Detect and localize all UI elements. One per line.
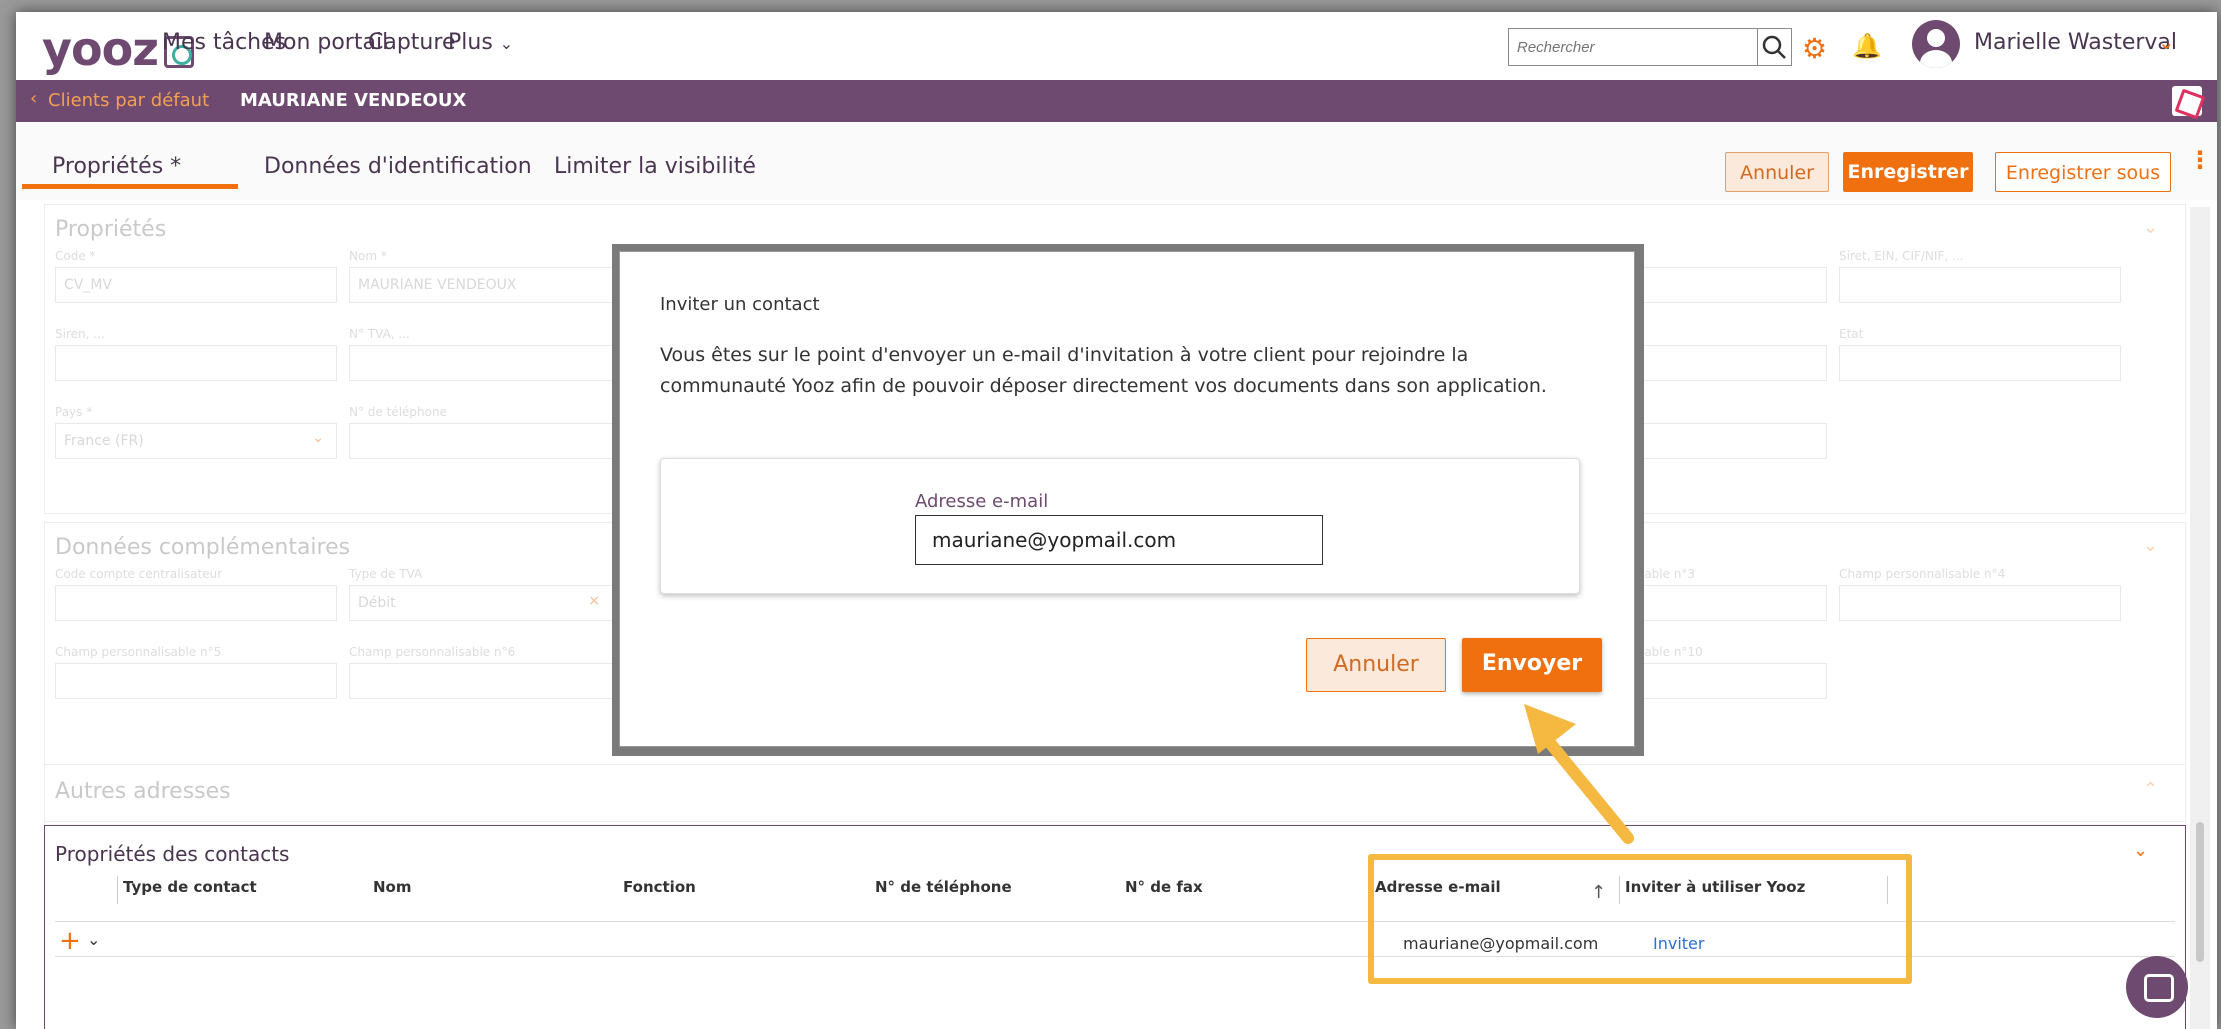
field-label: Etat [1839, 327, 1864, 341]
siret-field[interactable] [1839, 267, 2121, 303]
column-header[interactable]: N° de téléphone [875, 878, 1012, 896]
chevron-down-icon[interactable]: ⌄ [2143, 535, 2158, 556]
chevron-down-icon[interactable]: ⌄ [2143, 217, 2158, 238]
avatar[interactable] [1912, 20, 1960, 68]
app-window: yooz Mes tâches Mon portail Capture Plus… [16, 12, 2217, 1029]
vat-type-value: Débit [358, 595, 396, 611]
active-tab-indicator [22, 184, 238, 189]
field-label: Champ personnalisable n°6 [349, 645, 516, 659]
field-label: N° de téléphone [349, 405, 447, 419]
section-title: Données complémentaires [55, 535, 351, 560]
more-options-icon[interactable]: ⋮ [2188, 146, 2212, 174]
column-header[interactable]: Nom [373, 878, 412, 896]
nav-plus-label: Plus [448, 30, 493, 55]
field-label: Pays * [55, 405, 93, 419]
state-field[interactable] [1839, 345, 2121, 381]
vat-field[interactable] [349, 345, 631, 381]
clear-icon: × [588, 593, 600, 609]
custom-field-6[interactable] [349, 663, 631, 699]
section-title: Propriétés des contacts [55, 842, 290, 866]
tab-limiter-visibilite[interactable]: Limiter la visibilité [554, 154, 756, 179]
field-label: Siret, EIN, CIF/NIF, ... [1839, 249, 1964, 263]
vat-type-select[interactable]: Débit × [349, 585, 631, 621]
save-as-button[interactable]: Enregistrer sous [1995, 152, 2171, 192]
breadcrumb-current: MAURIANE VENDEOUX [240, 90, 467, 111]
user-name[interactable]: Marielle Wasterval [1974, 30, 2177, 55]
search-icon [1762, 35, 1786, 59]
column-header[interactable]: N° de fax [1125, 878, 1203, 896]
email-label: Adresse e-mail [915, 491, 1049, 512]
name-field[interactable]: MAURIANE VENDEOUX [349, 267, 631, 303]
dialog-cancel-button[interactable]: Annuler [1306, 638, 1446, 692]
chevron-down-icon[interactable]: ⌄ [2158, 30, 2175, 54]
search-input[interactable] [1508, 28, 1758, 66]
tab-donnees-identification[interactable]: Données d'identification [264, 154, 532, 179]
search-button[interactable] [1758, 28, 1792, 66]
email-card: Adresse e-mail mauriane@yopmail.com [660, 458, 1580, 594]
bell-icon[interactable]: 🔔 [1852, 32, 1882, 60]
breadcrumb: ‹ Clients par défaut MAURIANE VENDEOUX [16, 80, 2217, 122]
highlight-box [1368, 854, 1912, 984]
chat-icon[interactable] [2126, 956, 2188, 1018]
siren-field[interactable] [55, 345, 337, 381]
field-label: Code compte centralisateur [55, 567, 223, 581]
cancel-button[interactable]: Annuler [1725, 152, 1829, 192]
section-title: Propriétés [55, 217, 167, 242]
field-label: Champ personnalisable n°4 [1839, 567, 2006, 581]
field-label: Siren, ... [55, 327, 105, 341]
country-value: France (FR) [64, 433, 144, 449]
phone-field[interactable] [349, 423, 631, 459]
country-select[interactable]: France (FR) ⌄ [55, 423, 337, 459]
scrollbar-thumb[interactable] [2196, 822, 2204, 962]
back-chevron-icon[interactable]: ‹ [30, 88, 37, 109]
dialog-message: Vous êtes sur le point d'envoyer un e-ma… [660, 344, 1547, 397]
chevron-down-icon: ⌄ [499, 34, 514, 53]
logo-text: yooz [42, 22, 159, 76]
section-autres-adresses: Autres adresses ⌃ [44, 764, 2186, 822]
field-label: Nom * [349, 249, 387, 263]
column-header[interactable]: Type de contact [123, 878, 257, 896]
field-label: Champ personnalisable n°5 [55, 645, 222, 659]
column-divider [117, 876, 118, 904]
tab-bar: Propriétés * Données d'identification Li… [16, 122, 2217, 200]
add-contact-icon[interactable]: + [59, 926, 81, 956]
gear-icon[interactable]: ⚙ [1802, 32, 1827, 65]
field-label: Type de TVA [349, 567, 423, 581]
chevron-up-icon[interactable]: ⌃ [2143, 779, 2158, 800]
chevron-down-icon[interactable]: ⌄ [2133, 840, 2148, 861]
custom-field-5[interactable] [55, 663, 337, 699]
field-label: N° TVA, ... [349, 327, 410, 341]
nav-capture[interactable]: Capture [368, 30, 455, 55]
breadcrumb-parent-link[interactable]: Clients par défaut [48, 90, 209, 111]
custom-field-4[interactable] [1839, 585, 2121, 621]
send-button[interactable]: Envoyer [1462, 638, 1602, 692]
code-field[interactable]: CV_MV [55, 267, 337, 303]
chevron-down-icon[interactable]: ⌄ [87, 930, 100, 949]
save-button[interactable]: Enregistrer [1843, 152, 1973, 192]
field-label: Code * [55, 249, 96, 263]
invite-contact-dialog: Inviter un contact Vous êtes sur le poin… [619, 251, 1635, 747]
section-title: Autres adresses [55, 779, 231, 804]
account-field[interactable] [55, 585, 337, 621]
yooz-connect-icon[interactable] [2172, 86, 2202, 116]
top-navigation-bar: yooz Mes tâches Mon portail Capture Plus… [16, 12, 2217, 80]
tab-proprietes[interactable]: Propriétés * [52, 154, 181, 179]
nav-plus[interactable]: Plus ⌄ [448, 30, 513, 55]
dialog-title: Inviter un contact [660, 294, 820, 315]
email-field[interactable]: mauriane@yopmail.com [915, 515, 1323, 565]
chevron-down-icon: ⌄ [312, 430, 324, 446]
column-header[interactable]: Fonction [623, 878, 696, 896]
